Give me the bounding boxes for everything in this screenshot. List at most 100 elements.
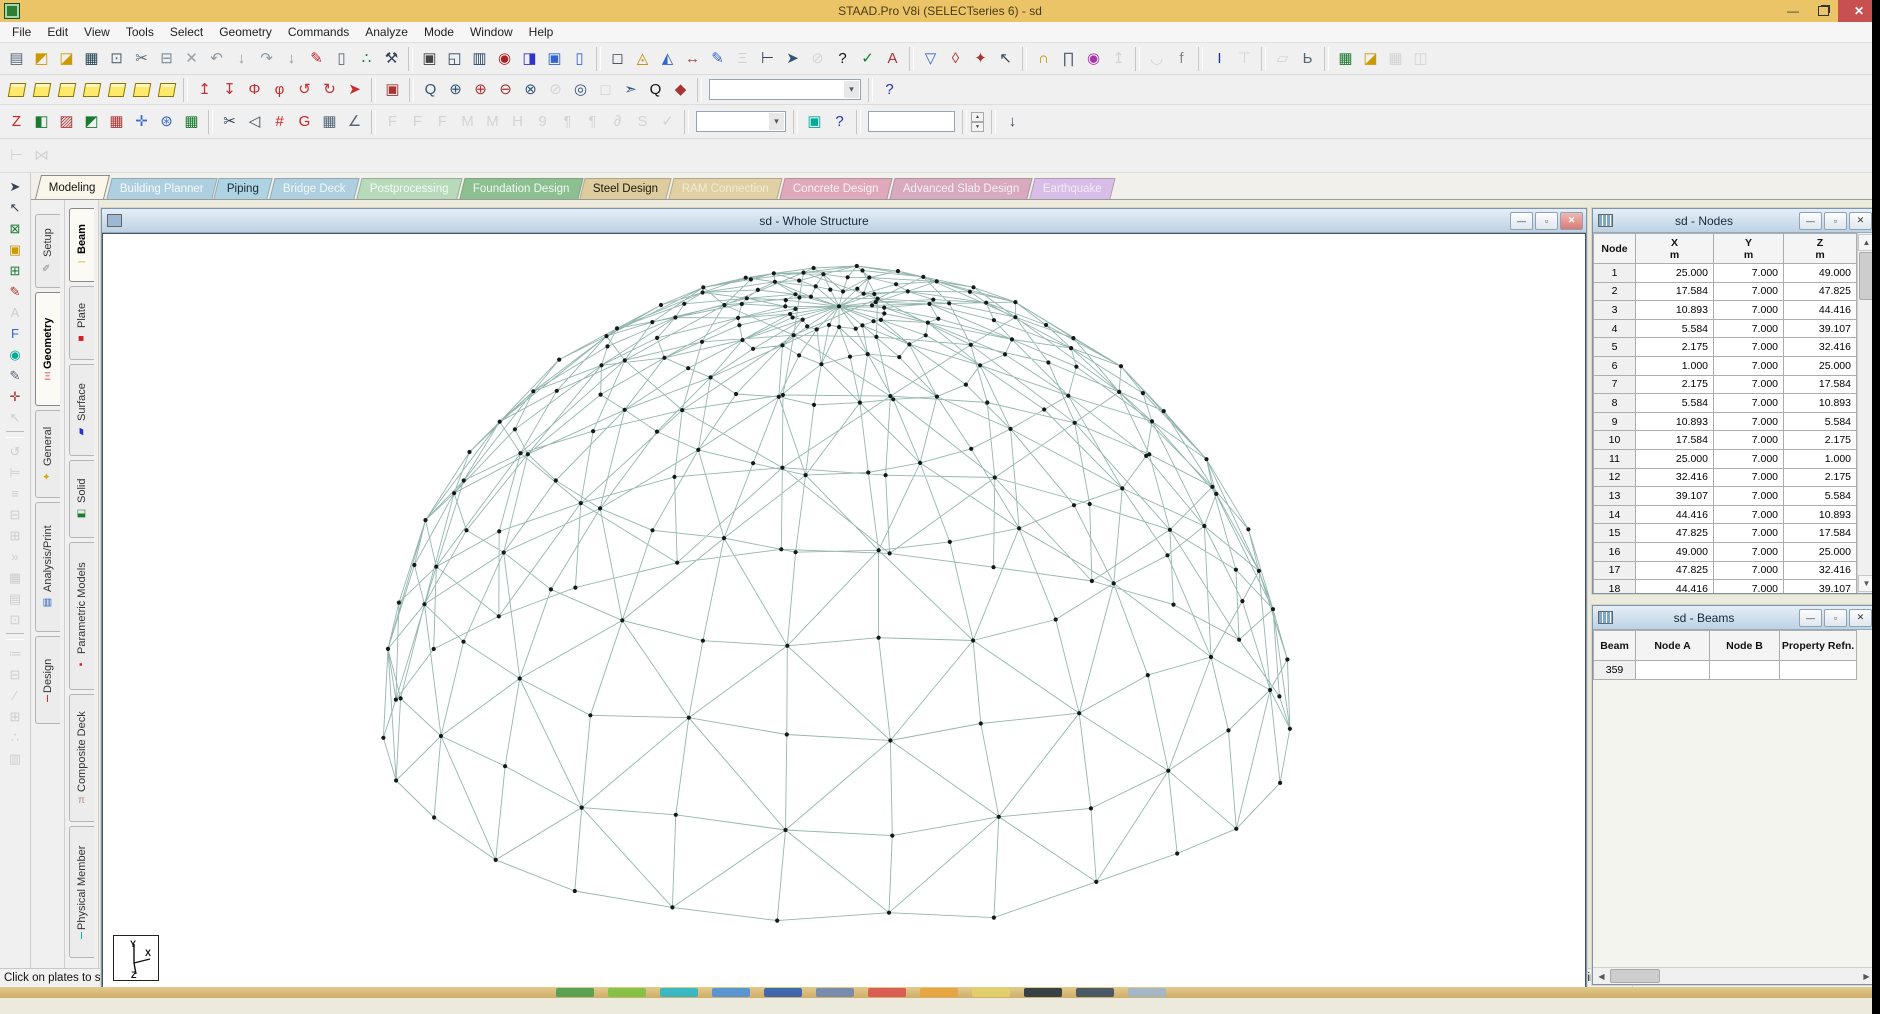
formula-icon[interactable]: F xyxy=(3,323,27,344)
spin-ccw-icon[interactable]: ↺ xyxy=(292,78,317,101)
load9-icon[interactable]: 9 xyxy=(530,110,555,133)
print-preview-icon[interactable]: ◱ xyxy=(442,47,467,70)
delete-icon[interactable]: ✕ xyxy=(179,47,204,70)
nodes-col-z[interactable]: Zm xyxy=(1784,234,1857,264)
node-row-value-cell[interactable]: 44.416 xyxy=(1636,505,1714,524)
split-tool-icon[interactable]: ⊟ xyxy=(3,504,27,525)
node-row-id-cell[interactable]: 5 xyxy=(1594,338,1636,357)
node-row-id-cell[interactable]: 12 xyxy=(1594,468,1636,487)
node-row[interactable]: 1339.1077.0005.584 xyxy=(1594,487,1857,506)
node-row[interactable]: 1649.0007.00025.000 xyxy=(1594,542,1857,561)
align-tool-icon[interactable]: ⊨ xyxy=(3,462,27,483)
subpage-tab-surface[interactable]: ▰Surface xyxy=(69,364,94,456)
node-row-id-cell[interactable]: 11 xyxy=(1594,449,1636,468)
node-row-value-cell[interactable]: 7.000 xyxy=(1714,412,1784,431)
taskbar-app-icon[interactable] xyxy=(868,988,906,997)
subpage-tab-plate[interactable]: ■Plate xyxy=(69,286,94,360)
hz-icon[interactable]: H xyxy=(505,110,530,133)
mz-icon[interactable]: M xyxy=(480,110,505,133)
nodes-maximize-button[interactable]: ▫ xyxy=(1824,212,1847,230)
toolbar-spinner[interactable]: ▲▼ xyxy=(971,112,984,132)
open-file-icon[interactable]: ◩ xyxy=(29,47,54,70)
taskbar-app-icon[interactable] xyxy=(972,988,1010,997)
node-row-value-cell[interactable]: 7.000 xyxy=(1714,394,1784,413)
report-setup-icon[interactable]: ▣ xyxy=(542,47,567,70)
taskbar-app-icon[interactable] xyxy=(1024,988,1062,997)
beam-dim-icon[interactable]: ⊢ xyxy=(755,47,780,70)
beam-row-id-cell[interactable]: 359 xyxy=(1594,661,1636,680)
node-row-value-cell[interactable]: 25.000 xyxy=(1784,356,1857,375)
no-pick-icon[interactable]: ⊘ xyxy=(805,47,830,70)
box2-tool-icon[interactable]: ▥ xyxy=(3,748,27,769)
rotate-right-icon[interactable]: φ xyxy=(267,78,292,101)
node-row-value-cell[interactable]: 2.175 xyxy=(1636,375,1714,394)
node-row-value-cell[interactable]: 7.000 xyxy=(1714,282,1784,301)
scroll-left-arrow[interactable]: ◀ xyxy=(1594,969,1609,983)
nodes-window-titlebar[interactable]: sd - Nodes — ▫ ✕ xyxy=(1593,209,1875,233)
cut-icon[interactable]: ✂ xyxy=(129,47,154,70)
view-cube-icon[interactable] xyxy=(154,78,179,101)
g-icon[interactable]: G xyxy=(292,110,317,133)
nodes-col-x[interactable]: Xm xyxy=(1636,234,1714,264)
node-row[interactable]: 1017.5847.0002.175 xyxy=(1594,431,1857,450)
plates-cursor-icon[interactable]: ➤ xyxy=(3,176,27,197)
beams-window-titlebar[interactable]: sd - Beams — ▫ ✕ xyxy=(1593,606,1875,630)
dimension-icon[interactable]: ↔ xyxy=(680,47,705,70)
menu-mode[interactable]: Mode xyxy=(416,23,462,41)
node-row-id-cell[interactable]: 3 xyxy=(1594,301,1636,320)
tbeam-icon[interactable]: ⊤ xyxy=(1232,47,1257,70)
renumber-tool-icon[interactable]: ≔ xyxy=(3,643,27,664)
node-row-value-cell[interactable]: 2.175 xyxy=(1636,338,1714,357)
add-solid-icon[interactable]: ◩ xyxy=(79,110,104,133)
grab-icon[interactable]: ↥ xyxy=(1106,47,1131,70)
arrow-cursor-icon[interactable]: ↖ xyxy=(3,197,27,218)
step-tool-icon[interactable]: » xyxy=(3,546,27,567)
node-row-value-cell[interactable]: 39.107 xyxy=(1784,319,1857,338)
function-icon[interactable]: f xyxy=(1169,47,1194,70)
help-icon[interactable]: ? xyxy=(830,47,855,70)
sheet-tool-icon[interactable]: ▤ xyxy=(3,588,27,609)
menu-select[interactable]: Select xyxy=(162,23,211,41)
subpage-tab-solid[interactable]: ◧Solid xyxy=(69,460,94,538)
hammer-icon[interactable]: ⚒ xyxy=(379,47,404,70)
tower-icon[interactable]: Ξ xyxy=(730,47,755,70)
mode-tab-earthquake[interactable]: Earthquake xyxy=(1030,178,1116,199)
node-row-value-cell[interactable]: 7.000 xyxy=(1714,505,1784,524)
beams-horizontal-scrollbar[interactable]: ◀ ▶ xyxy=(1593,967,1875,984)
nodes-minimize-button[interactable]: — xyxy=(1799,212,1822,230)
rotate-left-icon[interactable]: Φ xyxy=(242,78,267,101)
full-section-icon[interactable]: ▣ xyxy=(380,78,405,101)
wheel-icon[interactable]: ⊛ xyxy=(154,110,179,133)
grid2-tool-icon[interactable]: ⊞ xyxy=(3,706,27,727)
mx-icon[interactable]: M xyxy=(455,110,480,133)
view-cube-icon[interactable] xyxy=(4,78,29,101)
zoom-box-icon[interactable]: ⊗ xyxy=(518,78,543,101)
node-row-id-cell[interactable]: 13 xyxy=(1594,487,1636,506)
node-row-value-cell[interactable]: 7.000 xyxy=(1714,431,1784,450)
save-gray-icon[interactable]: ▦ xyxy=(1383,47,1408,70)
mode-tab-concrete-design[interactable]: Concrete Design xyxy=(780,178,893,199)
annotate-icon[interactable]: ✎ xyxy=(705,47,730,70)
minimize-button[interactable]: — xyxy=(1778,0,1808,22)
page-icon[interactable]: ▱ xyxy=(1270,47,1295,70)
node-row-value-cell[interactable]: 7.000 xyxy=(1714,580,1784,593)
taskbar-app-icon[interactable] xyxy=(608,988,646,997)
node-row-value-cell[interactable]: 17.584 xyxy=(1636,431,1714,450)
paste-icon[interactable]: ⊟ xyxy=(154,47,179,70)
grid-tool-icon[interactable]: ▦ xyxy=(3,567,27,588)
view-cube-icon[interactable] xyxy=(29,78,54,101)
pan-view-icon[interactable]: ◻ xyxy=(593,78,618,101)
node-row-value-cell[interactable]: 25.000 xyxy=(1636,449,1714,468)
menu-help[interactable]: Help xyxy=(521,23,562,41)
beams-close-button[interactable]: ✕ xyxy=(1849,609,1872,627)
save-icon[interactable]: ▦ xyxy=(79,47,104,70)
redo-icon[interactable]: ↷ xyxy=(254,47,279,70)
document-icon[interactable]: ▯ xyxy=(567,47,592,70)
truss-icon[interactable]: ◬ xyxy=(630,47,655,70)
node-row-value-cell[interactable]: 47.825 xyxy=(1636,524,1714,543)
menu-geometry[interactable]: Geometry xyxy=(211,23,280,41)
view-combobox[interactable]: ▾ xyxy=(709,79,861,100)
node-row[interactable]: 217.5847.00047.825 xyxy=(1594,282,1857,301)
node-row-value-cell[interactable]: 7.000 xyxy=(1714,375,1784,394)
node-row-id-cell[interactable]: 7 xyxy=(1594,375,1636,394)
